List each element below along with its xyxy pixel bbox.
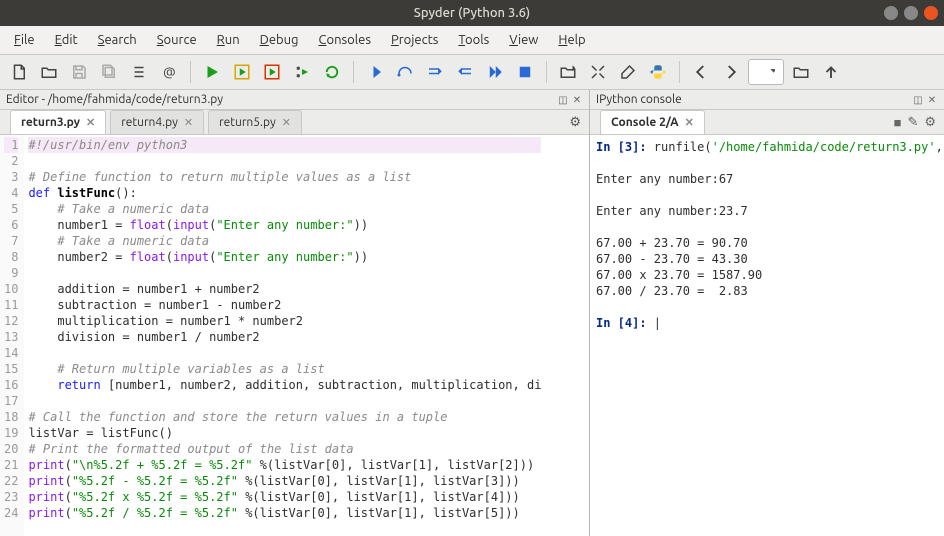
minimize-button[interactable] [884, 6, 898, 20]
open-file-icon[interactable] [36, 59, 62, 85]
menu-edit[interactable]: Edit [47, 30, 86, 50]
editor-tab[interactable]: return3.py ✕ [10, 110, 106, 134]
main-area: Editor - /home/fahmida/code/return3.py ◫… [0, 90, 944, 536]
back-icon[interactable] [688, 59, 714, 85]
console-pane: IPython console ◫ ✕ Console 2/A ✕ ■ ✎ ⚙ … [590, 90, 944, 536]
menu-run[interactable]: Run [209, 30, 248, 50]
python-path-icon[interactable] [645, 59, 671, 85]
svg-text:@: @ [163, 64, 176, 80]
save-icon[interactable] [66, 59, 92, 85]
run-cell-icon[interactable] [229, 59, 255, 85]
console-tabs: Console 2/A ✕ ■ ✎ ⚙ [590, 110, 944, 135]
tab-label: return5.py [219, 116, 276, 129]
save-all-icon[interactable] [96, 59, 122, 85]
new-file-icon[interactable] [6, 59, 32, 85]
options-icon[interactable]: ✎ [907, 115, 918, 130]
debug-step-out-icon[interactable] [452, 59, 478, 85]
console-tab-label: Console 2/A [611, 116, 679, 129]
rerun-icon[interactable] [319, 59, 345, 85]
close-icon[interactable]: ✕ [282, 116, 291, 129]
menu-source[interactable]: Source [149, 30, 205, 50]
close-icon[interactable]: ✕ [685, 116, 694, 129]
at-icon[interactable]: @ [156, 59, 182, 85]
pane-undock-icon[interactable]: ◫ [557, 94, 569, 106]
toolbar-separator [679, 61, 680, 83]
editor-pane-header: Editor - /home/fahmida/code/return3.py ◫… [0, 90, 589, 110]
menu-file[interactable]: File [6, 30, 43, 50]
gear-icon[interactable]: ⚙ [924, 115, 936, 130]
close-button[interactable] [924, 6, 938, 20]
console-pane-title: IPython console [596, 93, 682, 106]
debug-step-icon[interactable] [362, 59, 388, 85]
main-toolbar: @ [0, 55, 944, 90]
debug-step-in-icon[interactable] [422, 59, 448, 85]
editor-tab[interactable]: return4.py ✕ [110, 110, 204, 134]
window-title: Spyder (Python 3.6) [414, 6, 530, 20]
pane-undock-icon[interactable]: ◫ [912, 94, 924, 106]
tab-label: return3.py [21, 116, 80, 129]
list-icon[interactable] [126, 59, 152, 85]
debug-stop-icon[interactable] [512, 59, 538, 85]
console-tab[interactable]: Console 2/A ✕ [600, 110, 705, 134]
editor-tabs: return3.py ✕ return4.py ✕ return5.py ✕ ⚙ [0, 110, 589, 135]
menu-search[interactable]: Search [90, 30, 145, 50]
tab-label: return4.py [121, 116, 178, 129]
pane-close-icon[interactable]: ✕ [571, 94, 583, 106]
window-titlebar: Spyder (Python 3.6) [0, 0, 944, 26]
browse-cwd-icon[interactable] [788, 59, 814, 85]
close-icon[interactable]: ✕ [86, 116, 95, 129]
maximize-button[interactable] [904, 6, 918, 20]
menu-debug[interactable]: Debug [252, 30, 307, 50]
menu-consoles[interactable]: Consoles [311, 30, 379, 50]
parent-dir-icon[interactable] [818, 59, 844, 85]
toolbar-separator [190, 61, 191, 83]
forward-icon[interactable] [718, 59, 744, 85]
toolbar-separator [546, 61, 547, 83]
window-controls [884, 6, 938, 20]
pane-close-icon[interactable]: ✕ [926, 94, 938, 106]
cwd-icon[interactable] [555, 59, 581, 85]
menu-projects[interactable]: Projects [383, 30, 446, 50]
editor-pane: Editor - /home/fahmida/code/return3.py ◫… [0, 90, 590, 536]
console-output[interactable]: In [3]: runfile('/home/fahmida/code/retu… [590, 135, 944, 536]
menu-view[interactable]: View [501, 30, 546, 50]
line-number-gutter: 123456789101112131415161718192021222324 [0, 135, 24, 536]
gear-icon[interactable]: ⚙ [561, 111, 589, 134]
run-icon[interactable] [199, 59, 225, 85]
menu-tools[interactable]: Tools [450, 30, 497, 50]
console-pane-header: IPython console ◫ ✕ [590, 90, 944, 110]
debug-continue-icon[interactable] [482, 59, 508, 85]
toolbar-separator [353, 61, 354, 83]
menu-help[interactable]: Help [550, 30, 593, 50]
editor-pane-title: Editor - /home/fahmida/code/return3.py [6, 93, 223, 106]
cwd-dropdown[interactable] [748, 59, 784, 85]
run-selection-icon[interactable] [289, 59, 315, 85]
debug-step-over-icon[interactable] [392, 59, 418, 85]
stop-kernel-icon[interactable]: ■ [894, 115, 902, 130]
menubar: FileEditSearchSourceRunDebugConsolesProj… [0, 26, 944, 55]
editor-tab[interactable]: return5.py ✕ [208, 110, 302, 134]
preferences-icon[interactable] [615, 59, 641, 85]
close-icon[interactable]: ✕ [184, 116, 193, 129]
maximize-pane-icon[interactable] [585, 59, 611, 85]
run-cell-advance-icon[interactable] [259, 59, 285, 85]
code-editor[interactable]: 123456789101112131415161718192021222324 … [0, 135, 589, 536]
code-content[interactable]: #!/usr/bin/env python3 # Define function… [24, 135, 545, 536]
